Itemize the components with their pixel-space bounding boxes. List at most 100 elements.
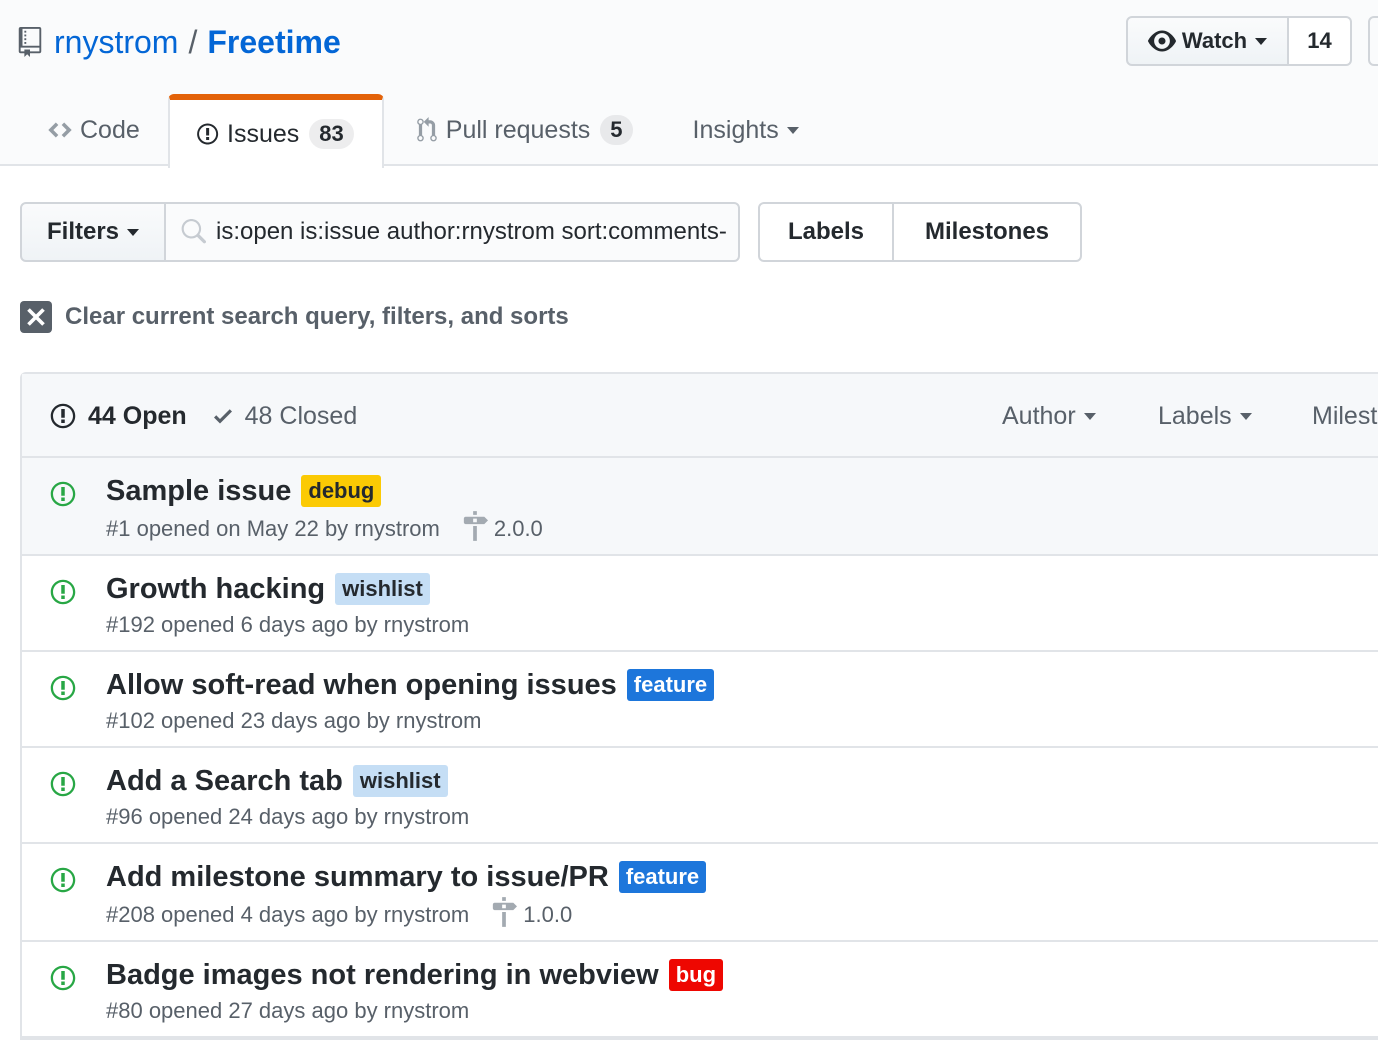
closed-issues-toggle[interactable]: 48 Closed: [211, 401, 358, 431]
issue-label[interactable]: bug: [668, 959, 724, 991]
repo-icon: [18, 27, 42, 57]
issue-label[interactable]: wishlist: [352, 765, 448, 797]
labels-filter[interactable]: Labels: [1158, 398, 1252, 434]
milestone-icon: [491, 897, 523, 933]
tab-insights[interactable]: Insights: [665, 94, 827, 166]
issue-title-link[interactable]: Add a Search tab: [106, 765, 343, 798]
issue-title-line: Allow soft-read when opening issues feat…: [106, 666, 715, 704]
issue-meta: #1 opened on May 22 by rnystrom 2.0.0: [106, 511, 543, 547]
issue-meta: #192 opened 6 days ago by rnystrom: [106, 610, 469, 640]
issues-list-header: 44 Open 48 Closed Author Labels Mileston…: [22, 374, 1378, 458]
issue-row[interactable]: Add milestone summary to issue/PR featur…: [22, 844, 1378, 942]
issues-counter: 83: [309, 119, 354, 149]
labels-filter-label: Labels: [1158, 401, 1232, 430]
issue-meta-text: #192 opened 6 days ago by rnystrom: [106, 612, 470, 637]
watch-count[interactable]: 14: [1289, 16, 1352, 66]
issue-opened-icon: [50, 578, 76, 611]
issue-milestone-label: 1.0.0: [523, 902, 573, 927]
search-field: [164, 202, 740, 262]
open-count: 44 Open: [88, 401, 187, 430]
issue-label[interactable]: feature: [618, 861, 707, 893]
issue-opened-icon: [196, 123, 218, 145]
tab-insights-label: Insights: [692, 115, 779, 144]
milestones-filter[interactable]: Milestones: [1312, 398, 1378, 434]
clear-filters-text: Clear current search query, filters, and…: [65, 303, 569, 330]
author-filter[interactable]: Author: [1002, 398, 1096, 434]
issue-opened-icon: [50, 770, 76, 803]
issue-title-link[interactable]: Growth hacking: [106, 573, 325, 606]
filters-dropdown[interactable]: Filters: [20, 202, 166, 262]
milestones-button[interactable]: Milestones: [892, 202, 1082, 262]
issue-row[interactable]: Growth hacking wishlist #192 opened 6 da…: [22, 556, 1378, 652]
issue-row[interactable]: Sample issue debug #1 opened on May 22 b…: [22, 458, 1378, 556]
filters-label: Filters: [46, 218, 120, 245]
chevron-down-icon: [127, 228, 140, 236]
eye-icon: [1147, 30, 1176, 52]
repo-name-link[interactable]: Freetime: [207, 24, 340, 61]
closed-count: 48 Closed: [244, 401, 358, 430]
search-input[interactable]: [216, 218, 726, 246]
star-button-partial[interactable]: [1368, 16, 1378, 66]
tab-issues[interactable]: Issues 83: [167, 94, 384, 168]
repo-separator: /: [188, 23, 198, 60]
issue-title-link[interactable]: Allow soft-read when opening issues: [106, 669, 617, 702]
issue-meta: #102 opened 23 days ago by rnystrom: [106, 706, 481, 736]
tab-pulls-label: Pull requests: [445, 115, 591, 144]
issue-opened-icon: [50, 866, 76, 899]
repo-title: rnystrom / Freetime: [18, 22, 341, 62]
issue-meta: #96 opened 24 days ago by rnystrom: [106, 802, 469, 832]
watch-group: Watch 14: [1126, 16, 1352, 66]
repo-nav-tabs: Code Issues 83 Pull requests 5 Insights: [0, 94, 827, 168]
milestone-icon: [462, 511, 494, 547]
issue-meta-text: #1 opened on May 22 by rnystrom: [106, 516, 440, 541]
issue-opened-icon: [50, 674, 76, 707]
issue-title-link[interactable]: Badge images not rendering in webview: [106, 959, 659, 992]
issue-meta: #80 opened 27 days ago by rnystrom: [106, 996, 469, 1026]
labels-button[interactable]: Labels: [758, 202, 894, 262]
issue-title-link[interactable]: Add milestone summary to issue/PR: [106, 861, 609, 894]
chevron-down-icon: [1255, 37, 1268, 45]
watch-button[interactable]: Watch: [1126, 16, 1289, 66]
milestones-filter-label: Milestones: [1312, 401, 1378, 430]
issue-title-line: Add milestone summary to issue/PR featur…: [106, 858, 707, 896]
issue-title-line: Growth hacking wishlist: [106, 570, 430, 608]
chevron-down-icon: [1239, 412, 1252, 420]
issue-states: 44 Open 48 Closed: [50, 398, 357, 434]
watch-label: Watch: [1181, 28, 1248, 53]
issue-meta-text: #102 opened 23 days ago by rnystrom: [106, 708, 482, 733]
issue-title-link[interactable]: Sample issue: [106, 475, 291, 508]
issue-meta-text: #96 opened 24 days ago by rnystrom: [106, 804, 470, 829]
issue-milestone[interactable]: 2.0.0: [462, 511, 543, 547]
issues-list: 44 Open 48 Closed Author Labels Mileston…: [20, 372, 1378, 1040]
tab-issues-label: Issues: [227, 119, 300, 148]
check-icon: [213, 409, 232, 424]
chevron-down-icon: [786, 126, 799, 134]
issue-milestone[interactable]: 1.0.0: [491, 897, 572, 933]
issue-label[interactable]: feature: [626, 669, 715, 701]
issue-label[interactable]: wishlist: [335, 573, 430, 605]
issue-title-line: Add a Search tab wishlist: [106, 762, 448, 800]
issue-title-line: Badge images not rendering in webview bu…: [106, 956, 724, 994]
tab-pull-requests[interactable]: Pull requests 5: [388, 94, 661, 166]
issue-meta-text: #80 opened 27 days ago by rnystrom: [106, 998, 470, 1023]
pulls-counter: 5: [600, 115, 633, 145]
issue-meta-text: #208 opened 4 days ago by rnystrom: [106, 902, 470, 927]
open-issues-toggle[interactable]: 44 Open: [50, 402, 187, 431]
tab-code[interactable]: Code: [20, 94, 168, 166]
issue-opened-icon: [50, 403, 76, 429]
tab-code-label: Code: [80, 115, 140, 144]
code-icon: [48, 122, 72, 138]
clear-filters-link[interactable]: Clear current search query, filters, and…: [20, 300, 569, 334]
search-icon: [181, 219, 206, 244]
issue-row[interactable]: Badge images not rendering in webview bu…: [22, 942, 1378, 1038]
repo-owner-link[interactable]: rnystrom: [54, 24, 178, 61]
issue-row[interactable]: Add a Search tab wishlist #96 opened 24 …: [22, 748, 1378, 844]
issue-row[interactable]: Allow soft-read when opening issues feat…: [22, 652, 1378, 748]
issue-meta: #208 opened 4 days ago by rnystrom 1.0.0: [106, 897, 572, 933]
chevron-down-icon: [1083, 412, 1096, 420]
repo-header: rnystrom / Freetime Watch 14 Code Issues…: [0, 0, 1378, 168]
issue-title-line: Sample issue debug: [106, 472, 382, 510]
issue-label[interactable]: debug: [301, 475, 382, 507]
issue-opened-icon: [50, 480, 76, 513]
issue-milestone-label: 2.0.0: [493, 516, 543, 541]
